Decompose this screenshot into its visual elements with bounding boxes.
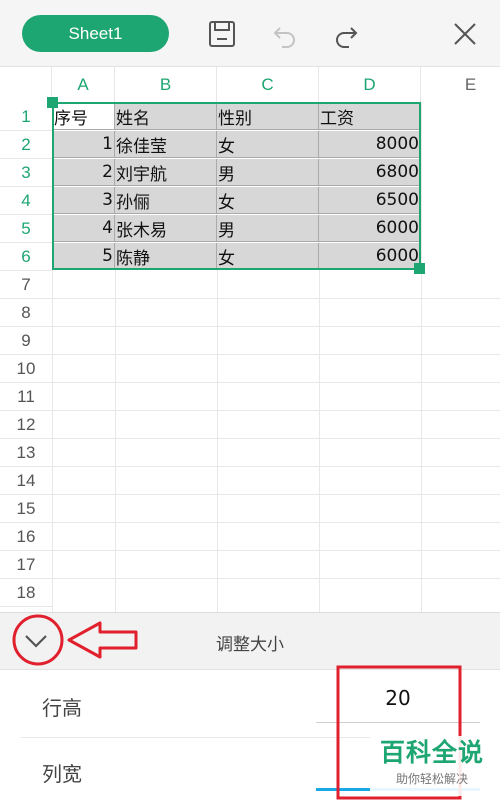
row-header-4[interactable]: 4 (0, 187, 52, 215)
gridline (52, 382, 500, 383)
spreadsheet-grid[interactable]: A B C D E 1 2 3 4 5 6 7 8 9 10 11 12 13 … (0, 67, 500, 612)
toolbar: Sheet1 (0, 0, 500, 67)
row-header-6[interactable]: 6 (0, 243, 52, 271)
row-header-13[interactable]: 13 (0, 439, 52, 467)
row-header-3[interactable]: 3 (0, 159, 52, 187)
column-header-c[interactable]: C (217, 67, 319, 103)
annotation-circle (12, 614, 64, 666)
select-all-corner[interactable] (0, 67, 52, 103)
row-header-9[interactable]: 9 (0, 327, 52, 355)
row-header-10[interactable]: 10 (0, 355, 52, 383)
save-icon[interactable] (207, 19, 237, 49)
watermark: 百科全说 助你轻松解决 (370, 736, 494, 796)
gridline (52, 326, 500, 327)
row-header-18[interactable]: 18 (0, 579, 52, 607)
row-header-7[interactable]: 7 (0, 271, 52, 299)
gridline (52, 522, 500, 523)
close-icon[interactable] (450, 19, 480, 49)
selection-start-handle[interactable] (47, 97, 58, 108)
row-header-2[interactable]: 2 (0, 131, 52, 159)
column-header-b[interactable]: B (115, 67, 217, 103)
row-header-1[interactable]: 1 (0, 103, 52, 131)
gridline (52, 466, 500, 467)
undo-icon[interactable] (270, 20, 300, 50)
column-header-a[interactable]: A (52, 67, 115, 103)
gridline (421, 103, 422, 612)
annotation-arrow (67, 621, 138, 659)
gridline (52, 298, 500, 299)
selection-range-outline (52, 102, 421, 270)
row-header-12[interactable]: 12 (0, 411, 52, 439)
row-header-8[interactable]: 8 (0, 299, 52, 327)
redo-icon[interactable] (331, 20, 361, 50)
column-header-e[interactable]: E (421, 67, 500, 103)
row-header-17[interactable]: 17 (0, 551, 52, 579)
gridline (52, 550, 500, 551)
watermark-title: 百科全说 (379, 738, 484, 767)
row-header-11[interactable]: 11 (0, 383, 52, 411)
row-header-5[interactable]: 5 (0, 215, 52, 243)
selection-end-handle[interactable] (414, 263, 425, 274)
row-header-16[interactable]: 16 (0, 523, 52, 551)
gridline (52, 494, 500, 495)
gridline (52, 354, 500, 355)
column-header-d[interactable]: D (319, 67, 421, 103)
watermark-subtitle: 助你轻松解决 (395, 772, 468, 786)
gridline (52, 410, 500, 411)
gridline (52, 578, 500, 579)
sheet-tab[interactable]: Sheet1 (22, 15, 169, 52)
gridline (52, 438, 500, 439)
row-header-14[interactable]: 14 (0, 467, 52, 495)
row-header-15[interactable]: 15 (0, 495, 52, 523)
